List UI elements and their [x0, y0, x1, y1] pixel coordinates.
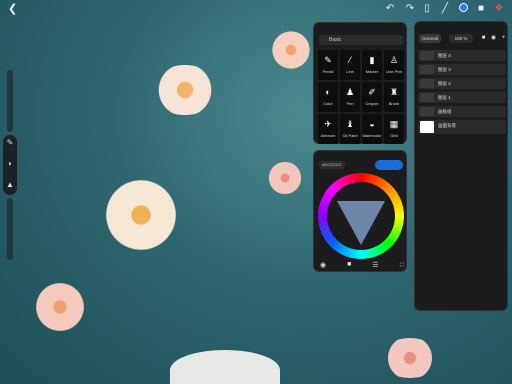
line-icon: ⁄ — [349, 55, 351, 65]
layer-name: 图层 3 — [438, 67, 451, 72]
pen-icon: ♟ — [345, 87, 355, 97]
left-toolbox: ✎ ◗ ▲ — [3, 135, 17, 195]
layer-row[interactable]: 图层 2 — [418, 78, 506, 89]
hex-value[interactable]: #CCCCCC — [319, 161, 345, 169]
current-color-swatch[interactable] — [375, 160, 403, 170]
blend-mode-button[interactable]: General — [419, 34, 441, 43]
brush-grid: ✎ Pencil ⁄ Line ▮ Marker ♙ Line Pen ◐ Color ♟ Pen ✐ C… — [318, 50, 404, 144]
brush-label: Pen — [346, 101, 354, 106]
brush-item[interactable]: ♝ Oil Paint — [340, 114, 360, 144]
layer-thumbnail — [420, 79, 434, 88]
color-picker-panel: #CCCCCC ◉ ■ ☰ ∷ — [313, 150, 407, 272]
layer-thumbnail — [420, 121, 434, 133]
pencil-tool-icon[interactable]: ✎ — [5, 138, 15, 148]
layer-row[interactable]: 图层 3 — [418, 64, 506, 75]
layer-thumbnail — [420, 51, 434, 60]
marker-icon: ▮ — [369, 55, 375, 65]
oil-paint-icon: ♝ — [345, 119, 355, 129]
opacity-value[interactable]: 100 % — [449, 34, 473, 43]
brush-icon[interactable]: ╱ — [439, 3, 451, 15]
brush-item[interactable]: ⁄ Line — [340, 50, 360, 80]
eyedropper-icon[interactable]: ◗ — [5, 159, 15, 169]
lock-icon[interactable]: ■ — [479, 34, 488, 43]
layer-row[interactable]: 图层 4 — [418, 50, 506, 61]
brush-label: Oil Paint — [342, 133, 358, 138]
brush-item[interactable]: ✎ Pencil — [318, 50, 338, 80]
visibility-icon[interactable]: ◉ — [489, 34, 498, 43]
chevron-left-icon[interactable]: ❮ — [8, 3, 20, 15]
layers-icon[interactable]: ■ — [475, 3, 487, 15]
opacity-slider[interactable] — [7, 198, 13, 260]
brush-item[interactable]: ▦ Grid — [384, 114, 404, 144]
brush-item[interactable]: ◒ Watercolor — [362, 114, 382, 144]
line-pen-icon: ♙ — [389, 55, 399, 65]
gift-icon[interactable]: ❖ — [493, 3, 505, 15]
layer-name: 画板组 — [438, 109, 452, 114]
redo-icon[interactable]: ↷ — [404, 3, 416, 15]
flower-decoration — [150, 65, 220, 115]
palette-mode-icon[interactable]: ∷ — [400, 261, 404, 269]
brush-category-label[interactable]: Basic — [319, 35, 403, 45]
vase-decoration — [170, 350, 280, 384]
layer-name: 图层 4 — [438, 53, 451, 58]
brush-item[interactable]: ♟ Pen — [340, 82, 360, 112]
layer-name: 图层 2 — [438, 81, 451, 86]
layer-thumbnail — [420, 65, 434, 74]
brush-label: Marker — [365, 69, 379, 74]
brush-label: Airbrush — [320, 133, 336, 138]
brush-size-slider[interactable] — [7, 70, 13, 132]
flower-decoration — [264, 162, 306, 194]
layer-name: 图层 1 — [438, 95, 451, 100]
watercolor-icon: ◒ — [369, 119, 375, 129]
layer-row[interactable]: 画板组 — [418, 106, 506, 117]
brush-label: Crayon — [365, 101, 379, 106]
flower-decoration — [268, 30, 314, 70]
flower-decoration — [380, 338, 440, 378]
color-mode-tabs: ◉ ■ ☰ ∷ — [320, 261, 404, 269]
disc-mode-icon[interactable]: ◉ — [320, 261, 326, 269]
crayon-icon: ✐ — [368, 87, 376, 97]
brush-label: Color — [323, 101, 333, 106]
brush-label: Pencil — [322, 69, 334, 74]
brush-icon: ♜ — [389, 87, 399, 97]
flower-decoration — [30, 282, 90, 332]
layer-thumbnail — [420, 93, 434, 102]
brush-item[interactable]: ✐ Crayon — [362, 82, 382, 112]
layer-name: 画面背景 — [438, 123, 456, 128]
airbrush-icon: ✈ — [324, 119, 332, 129]
layers-header: General 100 % ■ ◉ + — [419, 34, 505, 44]
brush-label: Watercolor — [362, 133, 382, 138]
brush-item[interactable]: ♜ Brush — [384, 82, 404, 112]
undo-icon[interactable]: ↶ — [384, 3, 396, 15]
layer-row[interactable]: 图层 1 — [418, 92, 506, 103]
brush-label: Line Pen — [386, 69, 402, 74]
grid-icon: ▦ — [389, 119, 399, 129]
flower-decoration — [96, 180, 186, 250]
brush-item[interactable]: ◐ Color — [318, 82, 338, 112]
color-circle-icon[interactable] — [457, 3, 469, 15]
color-brush-icon: ◐ — [325, 87, 331, 97]
add-layer-icon[interactable]: + — [499, 34, 508, 43]
brush-label: Line — [346, 69, 354, 74]
eraser-icon[interactable]: ▲ — [5, 180, 15, 190]
square-mode-icon[interactable]: ■ — [347, 261, 351, 269]
saturation-triangle[interactable] — [337, 201, 385, 245]
brush-library-panel: Basic ✎ Pencil ⁄ Line ▮ Marker ♙ Line Pen ◐ Color… — [313, 22, 407, 144]
layer-row[interactable]: 画面背景 — [418, 120, 506, 134]
brush-item[interactable]: ✈ Airbrush — [318, 114, 338, 144]
brush-label: Grid — [390, 133, 398, 138]
brush-item[interactable]: ♙ Line Pen — [384, 50, 404, 80]
sliders-mode-icon[interactable]: ☰ — [372, 261, 378, 269]
layer-thumbnail — [420, 107, 434, 116]
layers-panel: General 100 % ■ ◉ + 图层 4 图层 3 图层 2 图层 1 画板组画… — [414, 21, 508, 311]
brush-label: Brush — [388, 101, 400, 106]
tool-icon[interactable]: ▯ — [421, 3, 433, 15]
top-toolbar: ❮ ↶ ↷ ▯ ╱ ■ ❖ — [0, 0, 512, 18]
brush-item[interactable]: ▮ Marker — [362, 50, 382, 80]
pencil-icon: ✎ — [324, 55, 332, 65]
